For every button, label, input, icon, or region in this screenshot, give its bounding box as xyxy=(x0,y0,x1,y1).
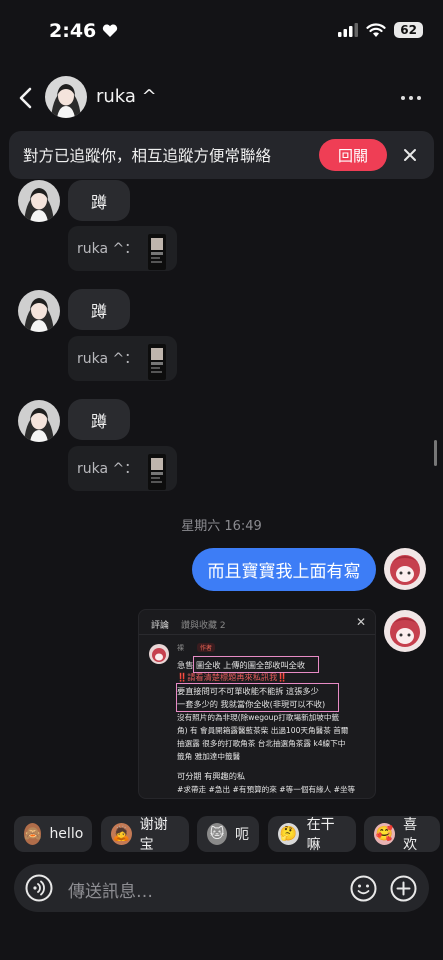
message-composer[interactable]: 傳送訊息… xyxy=(14,864,429,912)
contact-avatar-small[interactable] xyxy=(18,400,60,442)
reply-thumbnail xyxy=(148,234,167,270)
status-indicators: 62 xyxy=(338,22,423,38)
close-icon[interactable] xyxy=(400,145,420,165)
screenshot-avatar xyxy=(149,644,169,664)
screenshot-line: #求帶走 #急出 #有預算的來 #等一個有緣人 #坐等 xyxy=(177,785,356,794)
add-attachment-icon[interactable] xyxy=(390,875,417,902)
screenshot-divider xyxy=(139,634,375,635)
follow-back-banner: 對方已追蹤你，相互追蹤方便常聯絡 回關 xyxy=(9,131,434,179)
outgoing-message-bubble[interactable]: 而且寶寶我上面有寫 xyxy=(192,548,376,591)
quick-reply-what-doing[interactable]: 🤔 在干嘛 xyxy=(268,816,356,853)
back-icon[interactable] xyxy=(16,86,36,110)
quick-reply-label: 呃 xyxy=(235,827,249,843)
heart-emoji-icon: 🥰 xyxy=(374,823,396,845)
status-time: 2:46 xyxy=(49,20,118,42)
follow-back-button[interactable]: 回關 xyxy=(319,139,387,171)
screenshot-tab-comments: 評論 xyxy=(151,621,170,631)
reply-preview[interactable]: ruka ^： xyxy=(68,336,177,381)
message-input[interactable]: 傳送訊息… xyxy=(68,877,153,902)
quick-reply-like[interactable]: 🥰 喜欢 xyxy=(364,816,440,853)
highlight-box xyxy=(176,683,339,712)
message-timestamp: 星期六 16:49 xyxy=(181,519,262,534)
quick-reply-label: 谢谢宝 xyxy=(139,817,168,853)
reply-preview[interactable]: ruka ^： xyxy=(68,226,177,271)
monkey-emoji-icon: 🙈 xyxy=(24,823,42,845)
screenshot-author-badge: 作者 xyxy=(197,643,216,652)
message-bubble[interactable]: 蹲 xyxy=(68,399,130,440)
reply-thumbnail xyxy=(148,344,167,380)
quick-reply-label: 在干嘛 xyxy=(306,817,335,853)
screenshot-username: 裸 xyxy=(177,644,184,652)
highlight-box xyxy=(193,656,319,673)
heart-icon xyxy=(103,24,118,37)
battery-indicator: 62 xyxy=(394,22,423,38)
cat-emoji-icon: 🐱 xyxy=(207,823,227,845)
emoji-icon[interactable] xyxy=(350,875,377,902)
contact-avatar-small[interactable] xyxy=(18,290,60,332)
thinking-emoji-icon: 🤔 xyxy=(278,823,299,845)
contact-avatar-small[interactable] xyxy=(18,180,60,222)
screenshot-line: 抽選露 很多的打歌角茶 台北抽選角茶露 k4線下中 xyxy=(177,739,346,748)
my-avatar[interactable] xyxy=(384,610,426,652)
screenshot-line: 角) 有 會員開箱露醫藍茶柴 出過100天角醫茶 首爾 xyxy=(177,726,349,735)
reply-label: ruka ^： xyxy=(77,461,139,477)
banner-text: 對方已追蹤你，相互追蹤方便常聯絡 xyxy=(23,147,272,165)
screenshot-tab-likes: 讚與收藏 2 xyxy=(181,621,226,631)
message-bubble[interactable]: 蹲 xyxy=(68,180,130,221)
contact-avatar[interactable] xyxy=(45,76,87,118)
contact-name[interactable]: ruka ^ xyxy=(96,86,157,107)
screenshot-close-icon: ✕ xyxy=(355,615,366,629)
quick-reply-label: 喜欢 xyxy=(403,817,418,853)
shared-screenshot[interactable]: 評論 讚與收藏 2 ✕ 裸 作者 急售 圖全收 上傳的圖全部收叫全收 ‼️請看清… xyxy=(138,609,376,799)
quick-reply-thanks[interactable]: 🙇 谢谢宝 xyxy=(101,816,189,853)
more-options-icon[interactable] xyxy=(401,96,421,100)
scrollbar-thumb[interactable] xyxy=(434,440,437,466)
bow-emoji-icon: 🙇 xyxy=(111,823,132,845)
quick-reply-uh[interactable]: 🐱 呃 xyxy=(197,816,259,852)
quick-reply-hello[interactable]: 🙈 hello xyxy=(14,816,92,852)
screenshot-line: 可分期 有興趣的私 xyxy=(177,771,246,781)
message-bubble[interactable]: 蹲 xyxy=(68,289,130,330)
voice-message-icon[interactable] xyxy=(25,874,53,902)
my-avatar[interactable] xyxy=(384,548,426,590)
wifi-icon xyxy=(366,22,386,37)
reply-preview[interactable]: ruka ^： xyxy=(68,446,177,491)
signal-icon xyxy=(338,23,359,37)
reply-thumbnail xyxy=(148,454,167,490)
quick-reply-label: hello xyxy=(49,826,84,842)
reply-label: ruka ^： xyxy=(77,351,139,367)
screenshot-tabs: 評論 讚與收藏 2 xyxy=(151,618,226,631)
screenshot-line: 沒有照片的為非現(除wegoup打歌場新加坡中籤 xyxy=(177,713,340,722)
screenshot-line: 籤角 雅加達中籤醫 xyxy=(177,752,241,761)
reply-label: ruka ^： xyxy=(77,241,139,257)
